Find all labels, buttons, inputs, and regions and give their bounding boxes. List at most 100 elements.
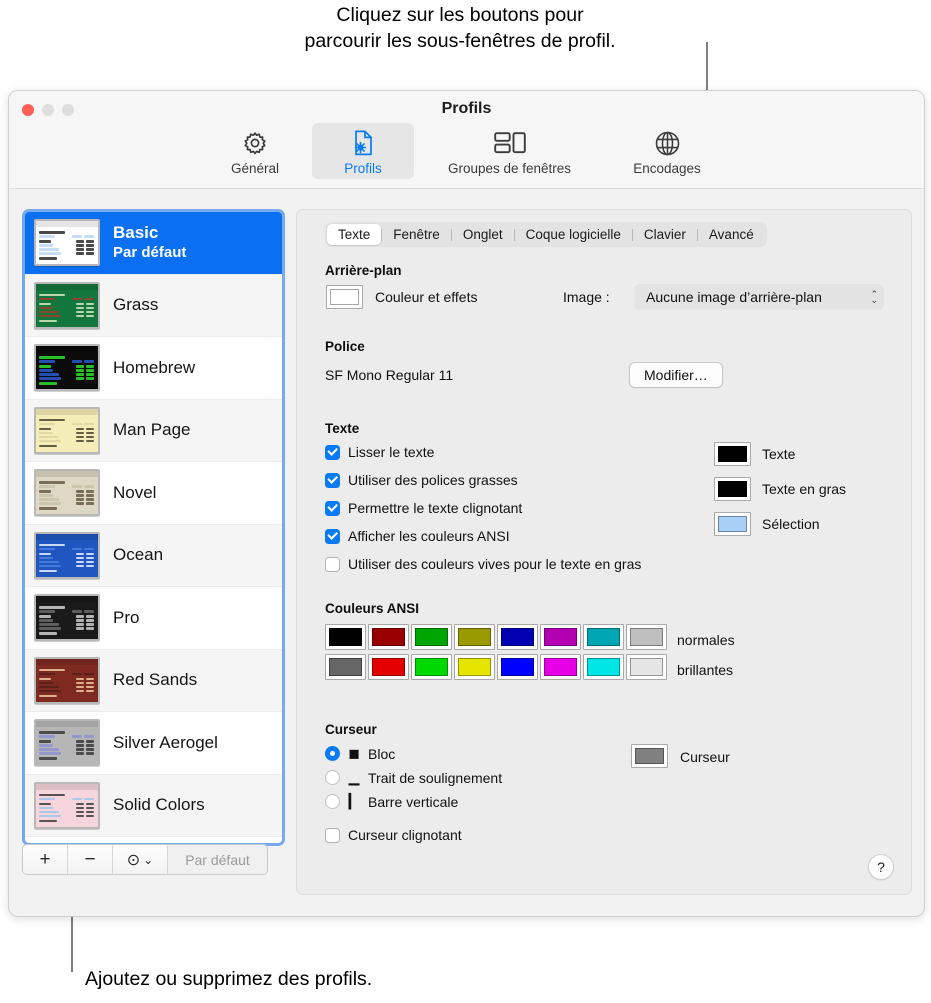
thumbnail-text-line: [39, 569, 57, 573]
add-profile-button[interactable]: +: [23, 845, 68, 874]
thumbnail-text-line: [39, 306, 53, 310]
thumbnail-text-line: [76, 490, 84, 493]
thumbnail-titlebar: [36, 408, 98, 415]
thumbnail-text-line: [76, 685, 84, 689]
toolbar-item-profils[interactable]: Profils: [312, 123, 414, 179]
callout-bottom-text: Ajoutez ou supprimez des profils.: [85, 968, 373, 990]
ansi-bright-label: brillantes: [677, 662, 734, 678]
toolbar-item-encodings[interactable]: Encodages: [605, 123, 729, 179]
ansi-bright-swatch[interactable]: [325, 654, 366, 680]
color-well[interactable]: [714, 512, 751, 536]
profile-list-item[interactable]: Ocean: [25, 524, 282, 587]
profile-list-item[interactable]: Novel: [25, 462, 282, 525]
profile-text-block: Silver Aerogel: [113, 733, 218, 753]
thumbnail-text-line: [39, 627, 61, 630]
thumbnail-text-line: [39, 672, 55, 676]
ansi-bright-swatch[interactable]: [368, 654, 409, 680]
profile-list-item[interactable]: Solid Colors: [25, 774, 282, 837]
ansi-normal-swatch[interactable]: [497, 624, 538, 650]
tab-avancé[interactable]: Avancé: [698, 224, 765, 245]
ansi-normal-swatch[interactable]: [454, 624, 495, 650]
thumbnail-text-line: [39, 231, 65, 234]
thumbnail-text-line: [84, 610, 94, 613]
text-checkbox-3[interactable]: Permettre le texte clignotant: [325, 500, 522, 516]
profile-list-item[interactable]: Silver Aerogel: [25, 712, 282, 775]
profile-thumbnail: [34, 281, 100, 329]
text-checkbox-2[interactable]: Utiliser des polices grasses: [325, 472, 518, 488]
thumbnail-text-line: [39, 444, 57, 448]
help-button[interactable]: ?: [868, 854, 894, 880]
text-checkbox-4[interactable]: Afficher les couleurs ANSI: [325, 528, 510, 544]
change-font-button[interactable]: Modifier…: [629, 362, 723, 388]
profile-actions-menu-button[interactable]: ⊙ ⌄: [113, 845, 168, 874]
text-checkbox-1[interactable]: Lisser le texte: [325, 444, 434, 460]
ansi-bright-swatch[interactable]: [454, 654, 495, 680]
preferences-window: Profils Général Profils Groupes de fenêt…: [8, 90, 925, 917]
thumbnail-text-line: [86, 681, 94, 685]
thumbnail-text-line: [86, 306, 94, 310]
profile-text-block: Basic Par défaut: [113, 223, 186, 262]
profile-list-item[interactable]: Homebrew: [25, 337, 282, 400]
remove-profile-button[interactable]: −: [68, 845, 113, 874]
thumbnail-text-line: [76, 502, 84, 505]
thumbnail-text-line: [39, 689, 61, 693]
thumbnail-text-line: [84, 735, 94, 738]
thumbnail-text-line: [72, 235, 82, 238]
ansi-bright-swatch[interactable]: [411, 654, 452, 680]
thumbnail-text-line: [76, 302, 84, 306]
thumbnail-text-line: [86, 552, 94, 556]
thumbnail-text-line: [39, 814, 61, 818]
color-well[interactable]: [714, 477, 751, 501]
thumbnail-text-line: [76, 681, 84, 685]
thumbnail-text-line: [39, 498, 59, 501]
ansi-bright-swatch[interactable]: [583, 654, 624, 680]
checkbox-box: [325, 556, 340, 572]
profile-text-block: Red Sands: [113, 670, 197, 690]
thumbnail-text-line: [76, 814, 84, 818]
tab-onglet[interactable]: Onglet: [452, 224, 514, 245]
document-gear-icon: [350, 128, 376, 158]
thumbnail-text-line: [86, 615, 94, 618]
cursor-radio-bloc[interactable]: ◼ Bloc: [325, 745, 395, 762]
tab-fenêtre[interactable]: Fenêtre: [382, 224, 451, 245]
profile-list[interactable]: Basic Par défaut Grass Homebrew Man Page Nove…: [22, 209, 285, 846]
ansi-normal-swatch[interactable]: [325, 624, 366, 650]
ansi-normal-swatch[interactable]: [411, 624, 452, 650]
color-well[interactable]: [714, 442, 751, 466]
ansi-normal-swatch[interactable]: [626, 624, 667, 650]
thumbnail-text-line: [86, 802, 94, 806]
profile-list-item[interactable]: Red Sands: [25, 649, 282, 712]
thumbnail-text-line: [39, 365, 51, 368]
profile-list-item[interactable]: Man Page: [25, 399, 282, 462]
profile-list-item[interactable]: Pro: [25, 587, 282, 650]
radio-label: Trait de soulignement: [368, 769, 503, 786]
thumbnail-text-line: [39, 757, 57, 760]
ansi-bright-swatch[interactable]: [497, 654, 538, 680]
thumbnail-text-line: [76, 365, 84, 368]
text-checkbox-5[interactable]: Utiliser des couleurs vives pour le text…: [325, 556, 641, 572]
thumbnail-text-line: [76, 806, 84, 810]
ansi-bright-swatch[interactable]: [626, 654, 667, 680]
background-color-well[interactable]: [326, 285, 363, 309]
ansi-normal-swatch[interactable]: [368, 624, 409, 650]
background-image-popup[interactable]: Aucune image d’arrière-plan ⌃ ⌄: [634, 284, 884, 310]
profile-name: Pro: [113, 607, 140, 627]
cursor-radio-trait-de-soulignement[interactable]: ▁ Trait de soulignement: [325, 769, 502, 786]
profile-list-item[interactable]: Grass: [25, 274, 282, 337]
thumbnail-text-line: [86, 310, 94, 314]
cursor-color-well[interactable]: [631, 744, 668, 768]
ansi-normal-swatch[interactable]: [583, 624, 624, 650]
cursor-radio-barre-verticale[interactable]: ▎ Barre verticale: [325, 793, 458, 810]
toolbar-item-window-groups[interactable]: Groupes de fenêtres: [420, 123, 599, 179]
ansi-normal-swatch[interactable]: [540, 624, 581, 650]
cursor-blink-checkbox[interactable]: Curseur clignotant: [325, 827, 462, 843]
profile-list-item[interactable]: Basic Par défaut: [25, 212, 282, 275]
tab-texte[interactable]: Texte: [327, 224, 382, 245]
tab-coque-logicielle[interactable]: Coque logicielle: [515, 224, 632, 245]
toolbar-item-general[interactable]: Général: [204, 123, 306, 179]
ansi-bright-swatch[interactable]: [540, 654, 581, 680]
tab-clavier[interactable]: Clavier: [633, 224, 697, 245]
set-default-button[interactable]: Par défaut: [168, 845, 267, 874]
section-title-cursor: Curseur: [325, 722, 377, 737]
thumbnail-text-line: [76, 689, 84, 693]
